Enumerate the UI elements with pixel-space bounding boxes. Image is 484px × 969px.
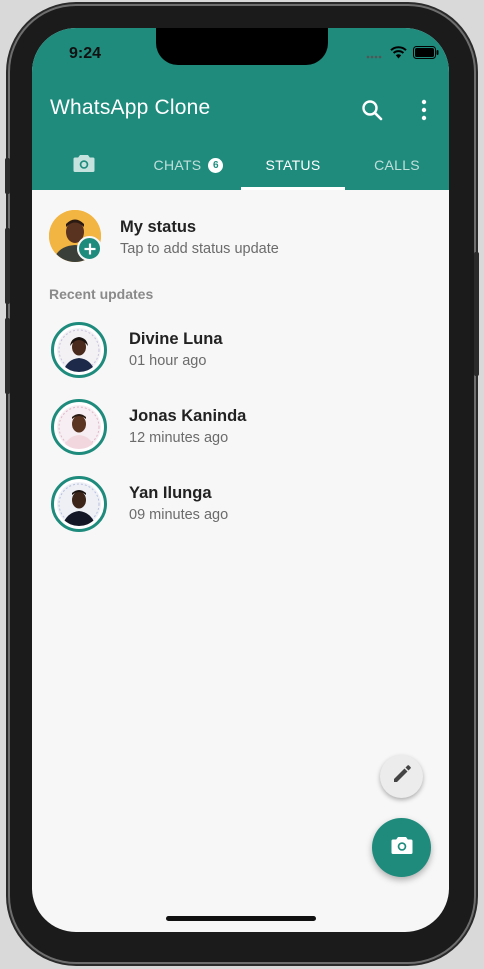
- avatar: [57, 405, 101, 449]
- avatar: [57, 482, 101, 526]
- contact-name: Yan Ilunga: [129, 484, 212, 502]
- tab-calls-label: CALLS: [374, 157, 420, 173]
- battery-icon: [413, 46, 439, 64]
- add-status-icon[interactable]: [77, 236, 102, 261]
- camera-icon: [73, 154, 95, 176]
- my-status-subtitle: Tap to add status update: [120, 241, 279, 257]
- status-bar-time: 9:24: [69, 45, 102, 62]
- list-item[interactable]: Jonas Kaninda 12 minutes ago: [32, 399, 449, 463]
- status-bar-icons: [366, 46, 439, 64]
- list-item[interactable]: Divine Luna 01 hour ago: [32, 322, 449, 386]
- tab-status-label: STATUS: [265, 157, 321, 173]
- app-title: WhatsApp Clone: [50, 96, 211, 119]
- search-icon[interactable]: [360, 98, 384, 122]
- contact-name: Jonas Kaninda: [129, 407, 247, 425]
- my-status-row[interactable]: My status Tap to add status update: [32, 206, 449, 270]
- wifi-icon: [390, 46, 407, 64]
- tab-calls[interactable]: CALLS: [345, 140, 449, 190]
- status-ring: [51, 476, 107, 532]
- contact-name: Divine Luna: [129, 330, 223, 348]
- new-text-status-button[interactable]: [380, 755, 423, 798]
- status-ring: [51, 399, 107, 455]
- tab-status[interactable]: STATUS: [241, 140, 345, 190]
- tab-camera[interactable]: [32, 140, 136, 190]
- status-time: 09 minutes ago: [129, 507, 229, 523]
- tab-bar: CHATS 6 STATUS CALLS: [32, 140, 449, 190]
- new-camera-status-button[interactable]: [372, 818, 431, 877]
- list-item[interactable]: Yan Ilunga 09 minutes ago: [32, 476, 449, 540]
- mute-switch: [5, 158, 10, 194]
- app-screen: 9:24 WhatsApp Clone CHATS 6 STATUS CALLS…: [32, 28, 449, 932]
- power-button: [474, 252, 479, 376]
- volume-up-button: [5, 228, 10, 304]
- avatar: [57, 328, 101, 372]
- more-vert-icon[interactable]: [412, 98, 436, 122]
- status-time: 12 minutes ago: [129, 430, 229, 446]
- tab-chats-label: CHATS: [153, 157, 202, 173]
- cellular-icon: [366, 46, 384, 64]
- tab-chats[interactable]: CHATS 6: [136, 140, 241, 190]
- my-status-title: My status: [120, 218, 197, 236]
- chats-unread-badge: 6: [208, 157, 224, 173]
- notch: [156, 28, 328, 65]
- camera-icon: [391, 836, 413, 860]
- status-time: 01 hour ago: [129, 353, 207, 369]
- recent-updates-heading: Recent updates: [49, 286, 154, 302]
- home-indicator[interactable]: [166, 916, 316, 921]
- status-ring: [51, 322, 107, 378]
- app-bar: 9:24 WhatsApp Clone CHATS 6 STATUS CALLS: [32, 28, 449, 190]
- edit-icon: [392, 764, 412, 789]
- volume-down-button: [5, 318, 10, 394]
